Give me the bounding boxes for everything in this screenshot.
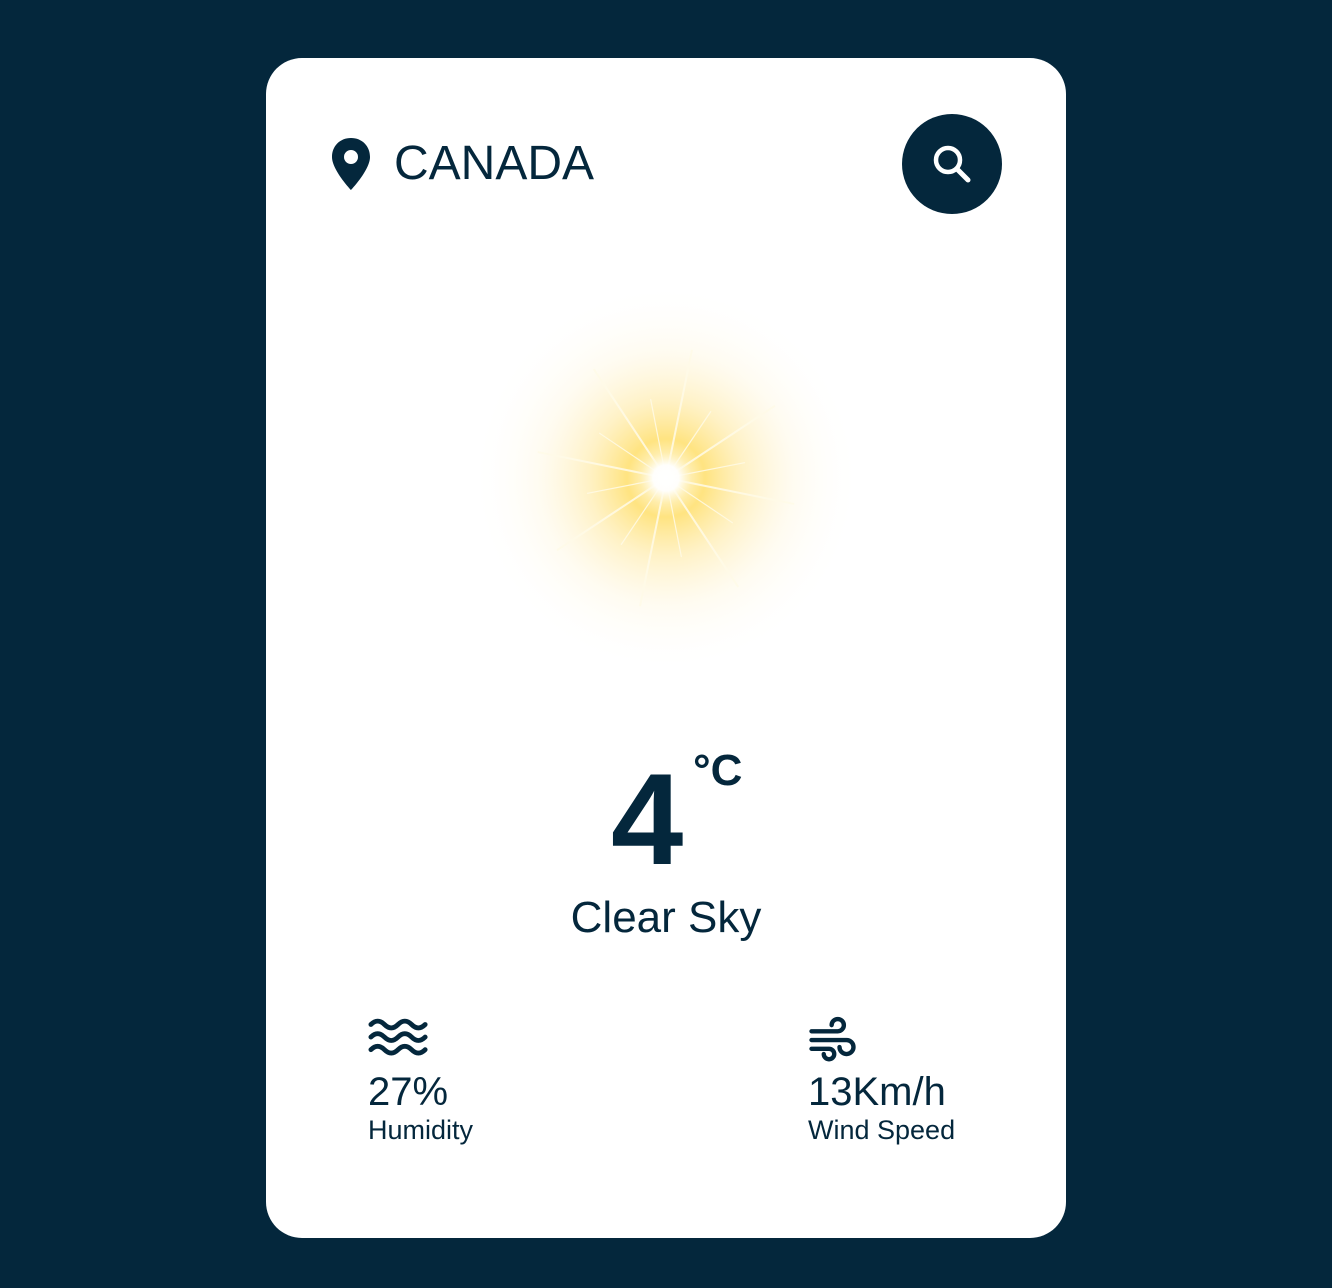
temperature-unit: °C bbox=[693, 746, 743, 795]
wind-detail: 13Km/h Wind Speed bbox=[808, 1014, 955, 1146]
clear-sky-sun-icon bbox=[471, 283, 861, 673]
wind-icon bbox=[809, 1016, 856, 1062]
location: CANADA bbox=[328, 136, 594, 192]
humidity-value: 27% bbox=[368, 1070, 449, 1114]
wind-value: 13Km/h bbox=[808, 1070, 946, 1114]
location-name: CANADA bbox=[394, 137, 595, 190]
temperature: 4 °C bbox=[266, 746, 1066, 886]
weather-condition: Clear Sky bbox=[570, 893, 762, 942]
wind-label: Wind Speed bbox=[808, 1115, 956, 1145]
humidity-detail: 27% Humidity bbox=[368, 1014, 473, 1146]
search-icon bbox=[933, 145, 971, 183]
humidity-waves-icon bbox=[368, 1018, 428, 1056]
map-pin-icon bbox=[332, 138, 370, 190]
temperature-value: 4 bbox=[611, 746, 684, 892]
search-button[interactable] bbox=[902, 114, 1002, 214]
weather-card: CANADA 4 °C Clear Sky 27% Humidity 13Km/… bbox=[266, 58, 1066, 1238]
humidity-label: Humidity bbox=[368, 1115, 474, 1145]
